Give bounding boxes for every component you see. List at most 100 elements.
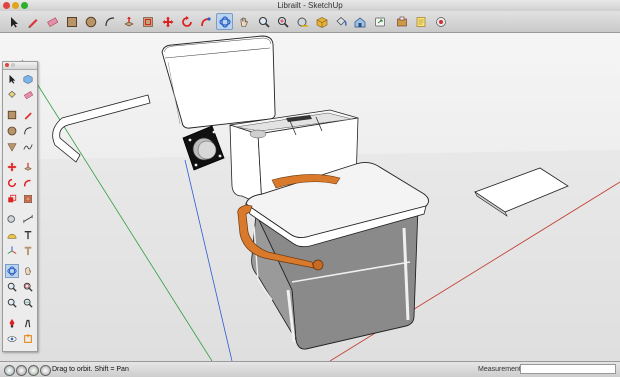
credits-icon[interactable]: [16, 365, 27, 376]
palette-walk-button[interactable]: [21, 316, 35, 330]
axes-icon: [7, 246, 17, 254]
follow-me-icon: [23, 179, 31, 187]
palette-close-button[interactable]: [5, 63, 9, 67]
rotate-tool-button[interactable]: [178, 13, 195, 30]
arc-icon: [104, 16, 114, 26]
follow-me-icon: [200, 16, 211, 26]
palette-text-button[interactable]: [21, 228, 35, 242]
magnifier-icon: [258, 16, 270, 28]
extension-icon: [396, 16, 407, 26]
palette-zoom-button[interactable]: [5, 280, 19, 294]
palette-orbit-button[interactable]: [5, 264, 19, 278]
orbit-tool-button[interactable]: [216, 13, 233, 30]
eraser-tool-button[interactable]: [43, 13, 60, 30]
palette-offset-button[interactable]: [21, 192, 35, 206]
components-icon: [316, 16, 327, 28]
palette-rotate-button[interactable]: [5, 176, 19, 190]
move-tool-button[interactable]: [159, 13, 176, 30]
move-icon: [7, 162, 17, 172]
push-pull-icon: [24, 162, 32, 171]
palette-push-pull-button[interactable]: [21, 160, 35, 174]
instructor-icon[interactable]: [28, 365, 39, 376]
pan-tool-button[interactable]: [235, 13, 252, 30]
palette-move-button[interactable]: [5, 160, 19, 174]
paint-bucket-tool-button[interactable]: [332, 13, 349, 30]
measurements-input[interactable]: [520, 364, 616, 374]
palette-3d-text-button[interactable]: [21, 244, 35, 258]
eraser-icon: [23, 91, 33, 100]
tape-measure-tool-button[interactable]: [294, 13, 311, 30]
palette-zoom-extents-button[interactable]: [5, 296, 19, 310]
palette-follow-me-button[interactable]: [21, 176, 35, 190]
text-icon: [24, 231, 32, 240]
offset-tool-button[interactable]: [139, 13, 156, 30]
circle-icon: [85, 16, 96, 27]
model-viewport[interactable]: [0, 33, 620, 361]
status-hint: Drag to orbit. Shift = Pan: [52, 366, 129, 373]
palette-previous-view-button[interactable]: [21, 296, 35, 310]
position-camera-icon: [9, 318, 15, 328]
palette-arc-button[interactable]: [21, 124, 35, 138]
push-pull-tool-button[interactable]: [120, 13, 137, 30]
palette-paint-bucket-button[interactable]: [5, 88, 19, 102]
palette-make-component-button[interactable]: [21, 72, 35, 86]
arrow-icon: [10, 16, 18, 27]
palette-dimension-button[interactable]: [21, 212, 35, 226]
large-tool-set-palette[interactable]: [2, 61, 38, 352]
zoom-extents-icon: [277, 16, 289, 28]
measurements-label: Measurements: [478, 366, 525, 373]
select-tool-button[interactable]: [5, 13, 22, 30]
palette-pan-button[interactable]: [21, 264, 35, 278]
extension-warehouse-button[interactable]: [393, 13, 410, 30]
orbit-icon: [7, 266, 17, 276]
previous-view-icon: [23, 298, 33, 308]
walk-icon: [24, 319, 31, 328]
palette-scale-button[interactable]: [5, 192, 19, 206]
palette-look-around-button[interactable]: [5, 332, 19, 346]
palette-header[interactable]: [3, 62, 37, 70]
palette-freehand-button[interactable]: [21, 140, 35, 154]
palette-protractor-button[interactable]: [5, 228, 19, 242]
palette-line-button[interactable]: [21, 108, 35, 122]
top-box-part[interactable]: [161, 35, 276, 129]
palette-polygon-button[interactable]: [5, 140, 19, 154]
style-builder-button[interactable]: [432, 13, 449, 30]
offset-icon: [24, 195, 32, 203]
warehouse-tool-button[interactable]: [351, 13, 368, 30]
components-tool-button[interactable]: [313, 13, 330, 30]
handle-part[interactable]: [52, 94, 151, 163]
share-tool-button[interactable]: [371, 13, 388, 30]
zoom-extents-tool-button[interactable]: [274, 13, 291, 30]
line-tool-button[interactable]: [24, 13, 41, 30]
palette-position-camera-button[interactable]: [5, 316, 19, 330]
geo-location-icon[interactable]: [4, 365, 15, 376]
circle-tool-button[interactable]: [82, 13, 99, 30]
zoom-tool-button[interactable]: [255, 13, 272, 30]
palette-zoom-window-button[interactable]: [21, 280, 35, 294]
layout-icon: [416, 16, 425, 27]
paint-bucket-icon: [335, 16, 347, 26]
palette-circle-button[interactable]: [5, 124, 19, 138]
palette-minimize-button[interactable]: [11, 63, 15, 67]
circle-icon: [7, 126, 17, 136]
follow-me-tool-button[interactable]: [197, 13, 214, 30]
scene-canvas[interactable]: [0, 33, 620, 361]
send-to-layout-button[interactable]: [412, 13, 429, 30]
scale-icon: [8, 194, 17, 203]
eye-icon: [7, 336, 17, 342]
tape-icon: [297, 17, 308, 27]
palette-rectangle-button[interactable]: [5, 108, 19, 122]
palette-axes-button[interactable]: [5, 244, 19, 258]
palette-eraser-button[interactable]: [21, 88, 35, 102]
components-icon: [23, 74, 33, 84]
offset-icon: [142, 16, 153, 27]
main-toolbar: [0, 11, 620, 33]
arc-tool-button[interactable]: [101, 13, 118, 30]
style-icon: [435, 16, 446, 27]
palette-section-plane-button[interactable]: [21, 332, 35, 346]
help-icon[interactable]: [40, 365, 51, 376]
palette-tape-measure-button[interactable]: [5, 212, 19, 226]
rectangle-tool-button[interactable]: [63, 13, 80, 30]
section-plane-icon: [24, 334, 32, 343]
palette-select-button[interactable]: [5, 72, 19, 86]
